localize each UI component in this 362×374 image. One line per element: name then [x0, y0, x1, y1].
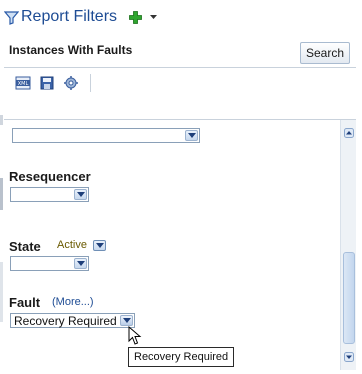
state-label: State [9, 239, 41, 254]
fault-select[interactable]: Recovery Required [10, 313, 135, 328]
settings-icon[interactable] [62, 74, 80, 92]
fault-more-link[interactable]: (More...) [52, 296, 94, 308]
chevron-down-icon[interactable] [185, 130, 198, 141]
resequencer-select[interactable] [10, 187, 89, 202]
green-plus-icon[interactable] [129, 10, 142, 24]
report-filters-header: Report Filters [4, 6, 158, 28]
search-button[interactable]: Search [300, 42, 350, 64]
chevron-down-icon [96, 243, 104, 248]
top-filter-select[interactable] [12, 128, 200, 143]
scroll-up-icon[interactable] [342, 126, 356, 140]
divider [4, 67, 356, 68]
mouse-cursor-icon [128, 326, 142, 345]
scroll-down-icon[interactable] [342, 350, 356, 364]
scroll-thumb[interactable] [343, 252, 355, 344]
chevron-down-icon[interactable] [74, 189, 87, 200]
filters-scrollbar[interactable] [340, 120, 356, 370]
fault-label: Fault [9, 295, 41, 310]
svg-text:XML: XML [18, 81, 29, 87]
chevron-down-icon[interactable] [120, 315, 133, 326]
caret-down-icon[interactable] [150, 15, 158, 19]
fault-select-value: Recovery Required [14, 314, 117, 328]
save-icon[interactable] [38, 74, 56, 92]
background-page-edge [0, 0, 3, 374]
section-title: Instances With Faults [9, 43, 133, 57]
state-active-label: Active [57, 239, 87, 251]
tooltip: Recovery Required [128, 347, 235, 367]
resequencer-label: Resequencer [9, 169, 91, 184]
toolbar: XML [14, 72, 91, 94]
xml-export-icon[interactable]: XML [14, 74, 32, 92]
funnel-icon [4, 10, 19, 25]
state-mode-dropdown[interactable] [93, 240, 106, 251]
page-title: Report Filters [21, 8, 118, 25]
chevron-down-icon[interactable] [74, 258, 87, 269]
toolbar-separator [90, 74, 91, 92]
state-select[interactable] [10, 256, 89, 271]
